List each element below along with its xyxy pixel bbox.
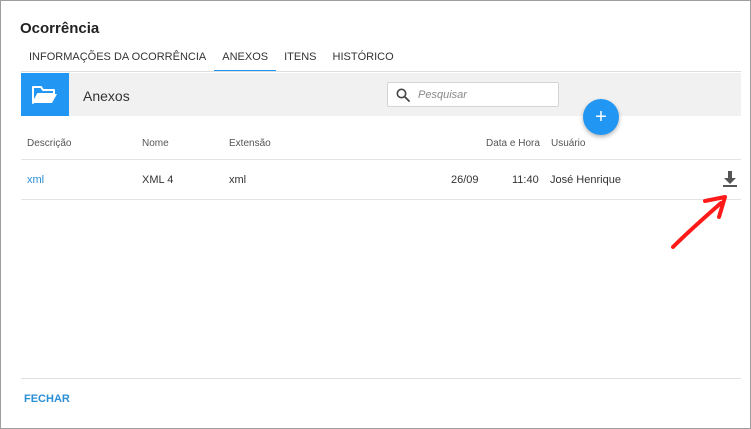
search-box xyxy=(387,82,559,107)
search-input[interactable] xyxy=(418,86,552,103)
section-title: Anexos xyxy=(83,88,130,104)
attachment-description-link[interactable]: xml xyxy=(27,174,44,186)
table-row: xml XML 4 xml 26/09 11:40 José Henrique xyxy=(21,160,741,200)
section-toolbar: Anexos xyxy=(21,73,741,116)
add-attachment-button[interactable]: + xyxy=(583,99,619,135)
attachment-extension: xml xyxy=(229,174,247,186)
tab-informacoes[interactable]: INFORMAÇÕES DA OCORRÊNCIA xyxy=(21,48,214,72)
search-icon xyxy=(396,88,410,102)
tab-itens[interactable]: ITENS xyxy=(276,48,324,72)
dialog-title: Ocorrência xyxy=(20,20,100,37)
attachment-time: 11:40 xyxy=(512,174,539,186)
attachment-date: 26/09 xyxy=(451,174,479,186)
footer-divider xyxy=(21,378,741,379)
download-icon[interactable] xyxy=(722,170,738,188)
tab-anexos[interactable]: ANEXOS xyxy=(214,48,277,72)
tab-divider xyxy=(21,71,741,72)
column-header-extensao: Extensão xyxy=(229,138,271,149)
tab-bar: INFORMAÇÕES DA OCORRÊNCIA ANEXOS ITENS H… xyxy=(21,48,402,72)
column-header-data-hora: Data e Hora xyxy=(486,138,540,149)
tab-historico[interactable]: HISTÓRICO xyxy=(325,48,402,72)
column-header-descricao: Descrição xyxy=(27,138,72,149)
occurrence-dialog: Ocorrência INFORMAÇÕES DA OCORRÊNCIA ANE… xyxy=(0,0,751,429)
folder-open-icon xyxy=(21,73,69,116)
column-header-usuario: Usuário xyxy=(551,138,586,149)
close-button[interactable]: FECHAR xyxy=(24,393,70,405)
attachment-name: XML 4 xyxy=(142,174,174,186)
column-header-nome: Nome xyxy=(142,138,169,149)
attachment-user: José Henrique xyxy=(550,174,621,186)
annotation-arrow-icon xyxy=(671,195,727,249)
